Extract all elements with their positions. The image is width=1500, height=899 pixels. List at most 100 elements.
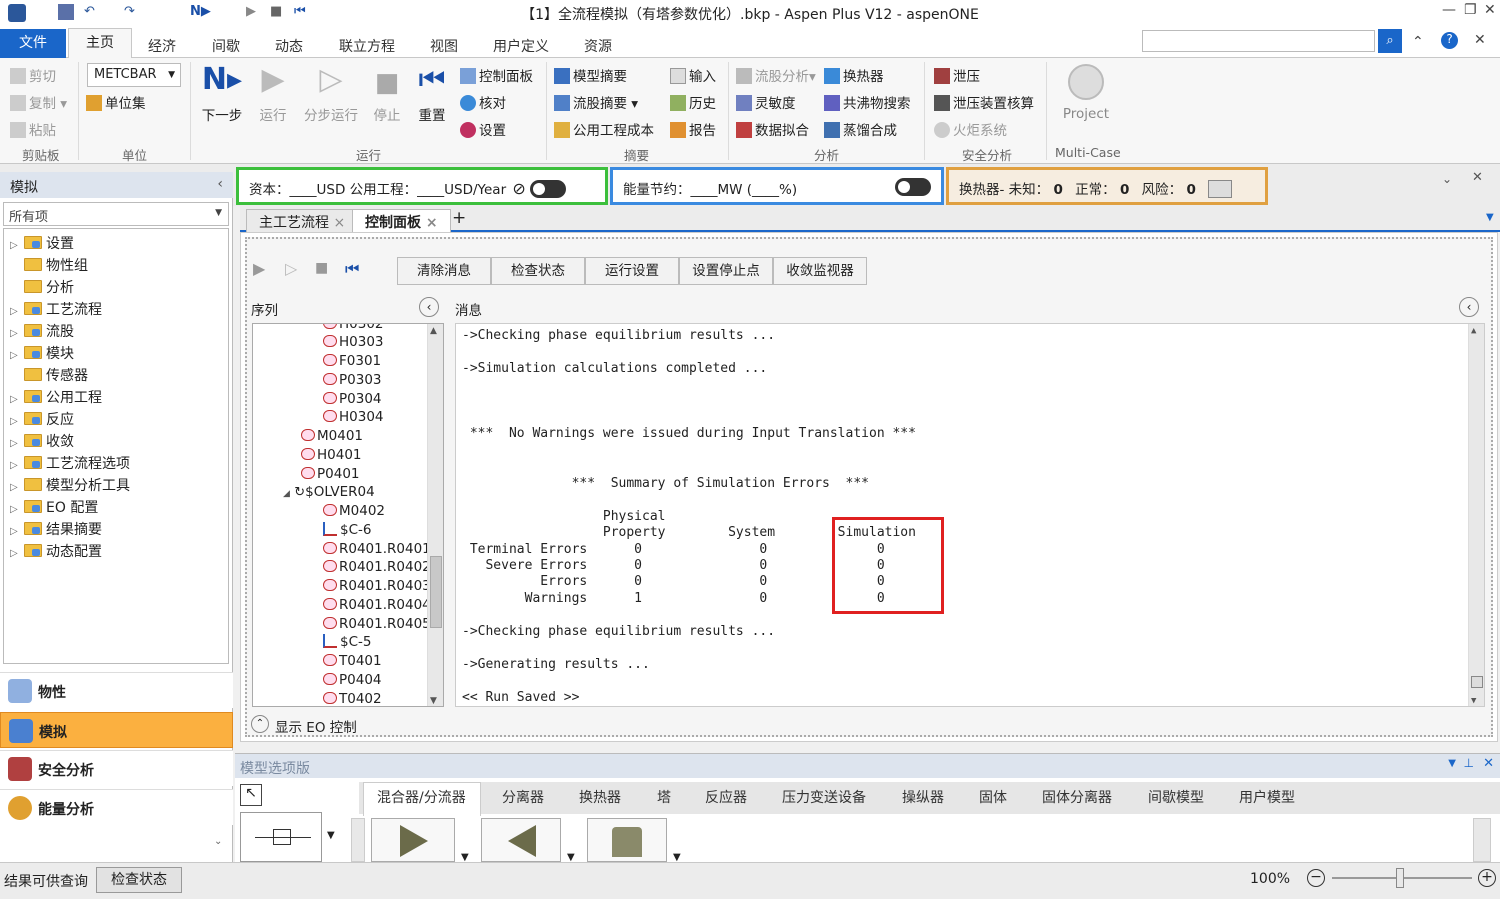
palette-tab-user-models[interactable]: 用户模型	[1239, 787, 1295, 807]
check-status-button[interactable]: 检查状态	[491, 257, 585, 285]
tree-item-eo-config[interactable]: ▷ EO 配置	[10, 497, 98, 517]
sequence-item[interactable]: P0404	[323, 672, 382, 688]
tab-file[interactable]: 文件	[0, 29, 66, 58]
unit-sets-button[interactable]: 单位集	[86, 92, 146, 112]
navigation-filter-select[interactable]: 所有项 ▼	[3, 202, 229, 226]
paste-button[interactable]: 粘贴	[10, 119, 56, 139]
reset-icon[interactable]: ⏮	[345, 259, 359, 279]
palette-tab-separators[interactable]: 分离器	[502, 787, 544, 807]
tree-item-model-analysis-tools[interactable]: ▷ 模型分析工具	[10, 475, 130, 495]
utility-cost-button[interactable]: 公用工程成本	[554, 119, 654, 139]
palette-tab-solids-separators[interactable]: 固体分离器	[1042, 787, 1112, 807]
palette-tab-pressure-changers[interactable]: 压力变送设备	[782, 787, 866, 807]
sequence-item[interactable]: R0401.R0404	[323, 597, 431, 613]
sequence-item[interactable]: P0303	[323, 372, 382, 388]
close-tab-icon[interactable]: ×	[333, 215, 345, 231]
hx-options-icon[interactable]	[1208, 180, 1233, 198]
scroll-down-icon[interactable]: ▼	[430, 696, 437, 706]
sensitivity-button[interactable]: 灵敏度	[736, 92, 796, 112]
step-icon[interactable]: ▷	[285, 259, 297, 278]
tab-equation-oriented[interactable]: 联立方程	[339, 36, 395, 56]
tab-view[interactable]: 视图	[430, 36, 458, 56]
search-icon[interactable]: ⌕	[1378, 29, 1402, 53]
tree-item-property-sets[interactable]: 物性组	[10, 255, 88, 275]
fsplit-model-icon[interactable]	[481, 818, 561, 862]
palette-tab-solids[interactable]: 固体	[979, 787, 1007, 807]
heat-exchanger-button[interactable]: 换热器	[824, 65, 884, 85]
sequence-item[interactable]: R0401.R0401	[323, 541, 431, 557]
data-fit-button[interactable]: 数据拟合	[736, 119, 809, 139]
minimize-icon[interactable]: —	[1442, 2, 1456, 18]
close-icon[interactable]: ✕	[1484, 2, 1496, 18]
history-button[interactable]: 历史	[670, 92, 716, 112]
palette-scroll-left-icon[interactable]	[351, 818, 365, 862]
reset-button[interactable]: ⏮ 重置	[414, 62, 450, 124]
palette-tab-reactors[interactable]: 反应器	[705, 787, 747, 807]
project-button[interactable]: Project	[1060, 62, 1112, 122]
sequence-item[interactable]: M0402	[323, 503, 385, 519]
clear-messages-button[interactable]: 清除消息	[397, 257, 491, 285]
sequence-item[interactable]: H0302	[323, 324, 384, 332]
tab-main-flowsheet[interactable]: 主工艺流程 ×	[246, 209, 359, 232]
tab-control-panel[interactable]: 控制面板 ×	[352, 209, 451, 232]
sequence-item[interactable]: M0401	[301, 428, 363, 444]
nav-more-icon[interactable]: ⌄	[214, 836, 222, 847]
sequence-item[interactable]: H0303	[323, 334, 384, 350]
tree-item-analysis[interactable]: 分析	[10, 277, 74, 297]
collapse-sequence-icon[interactable]: ‹	[419, 297, 439, 317]
sequence-item[interactable]: T0401	[323, 653, 382, 669]
azeotrope-search-button[interactable]: 共沸物搜索	[824, 92, 911, 112]
run-button[interactable]: ▶ 运行	[256, 62, 290, 124]
collapse-messages-icon[interactable]: ‹	[1459, 297, 1479, 317]
report-button[interactable]: 报告	[670, 119, 716, 139]
scroll-thumb[interactable]	[430, 556, 442, 628]
tree-item-convergence[interactable]: ▷ 收敛	[10, 431, 74, 451]
zoom-slider-thumb[interactable]	[1396, 868, 1404, 888]
unit-set-select[interactable]: METCBAR ▼	[87, 63, 181, 87]
mixer-model-icon[interactable]	[371, 818, 455, 862]
tree-item-streams[interactable]: ▷ 流股	[10, 321, 74, 341]
chevron-down-icon[interactable]: ▼	[327, 830, 335, 841]
set-breakpoint-button[interactable]: 设置停止点	[679, 257, 773, 285]
tab-economics[interactable]: 经济	[148, 36, 176, 56]
pressure-relief-button[interactable]: 泄压	[934, 65, 980, 85]
stop-button[interactable]: ■ 停止	[370, 62, 404, 124]
flare-system-button[interactable]: 火炬系统	[934, 119, 1007, 139]
zoom-out-icon[interactable]: −	[1307, 869, 1325, 887]
chevron-down-icon[interactable]: ▼	[1448, 758, 1456, 769]
tree-item-blocks[interactable]: ▷ 模块	[10, 343, 74, 363]
tab-customize[interactable]: 用户定义	[493, 36, 549, 56]
sequence-item[interactable]: P0304	[323, 391, 382, 407]
ssplit-model-icon[interactable]	[587, 818, 667, 862]
ribbon-collapse-icon[interactable]: ⌃	[1412, 34, 1424, 50]
close-icon[interactable]: ✕	[1472, 170, 1483, 185]
search-input[interactable]	[1142, 30, 1375, 52]
sequence-item[interactable]: $C-6	[323, 522, 371, 538]
run-settings-button[interactable]: 设置	[460, 119, 506, 139]
stop-icon[interactable]: ■	[315, 260, 328, 276]
scroll-up-icon[interactable]: ▲	[1471, 326, 1476, 336]
sequence-item[interactable]: $C-5	[323, 634, 371, 650]
sequence-item[interactable]: R0401.R0403	[323, 578, 431, 594]
messages-scrollbar[interactable]: ▲ ▼	[1468, 324, 1484, 706]
nav-simulation[interactable]: 模拟	[0, 712, 233, 748]
tree-item-setup[interactable]: ▷ 设置	[10, 233, 74, 253]
cut-button[interactable]: 剪切	[10, 65, 56, 85]
copy-button[interactable]: 复制 ▾	[10, 92, 67, 112]
palette-tab-exchangers[interactable]: 换热器	[579, 787, 621, 807]
model-summary-button[interactable]: 模型摘要	[554, 65, 627, 85]
tree-item-dynamic-config[interactable]: ▷ 动态配置	[10, 541, 102, 561]
nav-safety-analysis[interactable]: 安全分析	[0, 750, 233, 786]
zoom-in-icon[interactable]: +	[1478, 869, 1496, 887]
sequence-item[interactable]: R0401.R0405	[323, 616, 431, 632]
stream-summary-button[interactable]: 流股摘要 ▾	[554, 92, 638, 112]
stream-analysis-button[interactable]: 流股分析▾	[736, 65, 816, 85]
tab-resources[interactable]: 资源	[584, 36, 612, 56]
tree-item-reactions[interactable]: ▷ 反应	[10, 409, 74, 429]
add-tab-icon[interactable]: +	[452, 208, 466, 228]
next-button[interactable]: N▸ 下一步	[198, 62, 246, 124]
chevron-down-icon[interactable]: ⌄	[1442, 172, 1452, 186]
check-button[interactable]: 核对	[460, 92, 506, 112]
palette-tab-manipulators[interactable]: 操纵器	[902, 787, 944, 807]
sequence-item[interactable]: R0401.R0402	[323, 559, 431, 575]
